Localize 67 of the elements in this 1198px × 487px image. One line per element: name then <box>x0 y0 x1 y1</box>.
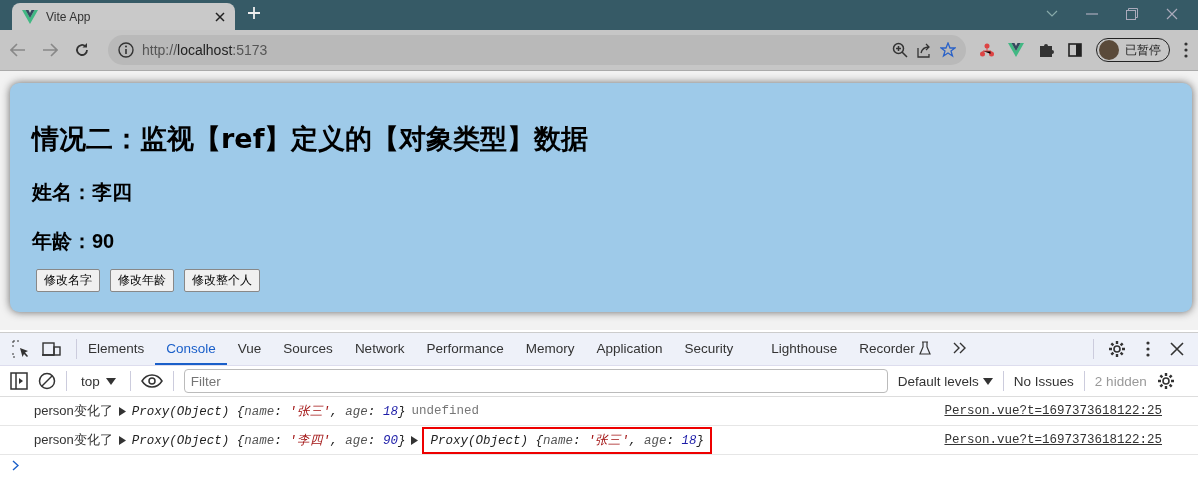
expand-triangle-icon[interactable] <box>411 435 419 445</box>
puzzle-icon[interactable] <box>1038 42 1054 58</box>
devtools-tab[interactable]: Console <box>155 333 227 365</box>
object-preview[interactable]: Proxy(Object) {name: '张三', age: 18} <box>131 402 406 420</box>
devtools-tab[interactable]: Security <box>673 333 745 365</box>
levels-dropdown[interactable]: Default levels <box>897 373 993 389</box>
devtools-tab[interactable]: Application <box>585 333 674 365</box>
vue-logo-icon <box>22 9 38 24</box>
sidebar-icon[interactable] <box>10 372 28 390</box>
log-text: person变化了 <box>34 402 113 420</box>
address-bar[interactable]: http://localhost:5173 <box>108 35 966 65</box>
name-label: 姓名：李四 <box>32 180 132 205</box>
url-text: http://localhost:5173 <box>142 42 269 58</box>
devtools-tab[interactable]: Network <box>343 333 416 365</box>
share-icon[interactable] <box>916 42 932 58</box>
devtools-tab[interactable]: Sources <box>272 333 344 365</box>
source-link[interactable]: Person.vue?t=1697373618122:25 <box>944 433 1162 447</box>
caret-icon <box>982 377 993 385</box>
info-icon <box>118 42 134 58</box>
close-icon[interactable] <box>1170 342 1184 356</box>
close-icon[interactable] <box>215 11 225 22</box>
devtools-tab[interactable]: Recorder <box>848 333 942 365</box>
new-tab-icon[interactable] <box>247 6 261 20</box>
vue-logo-icon[interactable] <box>1008 43 1024 57</box>
avatar <box>1099 40 1119 60</box>
devtools-tab[interactable]: Lighthouse <box>760 333 849 365</box>
log-value: undefined <box>411 404 479 418</box>
side-panel-icon[interactable] <box>1068 43 1082 57</box>
expand-triangle-icon[interactable] <box>118 406 126 416</box>
action-button[interactable]: 修改名字 <box>36 269 100 292</box>
devtools-tab[interactable]: Memory <box>514 333 586 365</box>
star-icon[interactable] <box>940 42 956 58</box>
devtools-tab[interactable]: Elements <box>77 333 156 365</box>
age-label: 年龄：90 <box>32 229 115 254</box>
caret-icon <box>105 377 116 385</box>
browser-tab[interactable]: Vite App <box>12 3 235 30</box>
source-link[interactable]: Person.vue?t=1697373618122:25 <box>944 404 1162 418</box>
flask-icon <box>918 341 931 355</box>
caret-icon[interactable] <box>1046 10 1058 18</box>
restore-icon[interactable] <box>1126 8 1138 20</box>
object-preview[interactable]: Proxy(Object) {name: '张三', age: 18} <box>424 428 711 452</box>
hidden-count: 2 hidden <box>1094 373 1147 389</box>
reload-icon[interactable] <box>74 42 90 58</box>
eye-icon[interactable] <box>140 374 163 388</box>
context-dropdown[interactable]: top <box>77 373 120 389</box>
action-button[interactable]: 修改整个人 <box>184 269 260 292</box>
clear-icon[interactable] <box>38 372 56 390</box>
more-icon[interactable] <box>1146 341 1150 357</box>
tab-title: Vite App <box>46 9 92 24</box>
settings-icon[interactable] <box>1108 340 1126 358</box>
inspect-icon[interactable] <box>12 340 30 358</box>
zoom-icon[interactable] <box>892 42 908 58</box>
action-button[interactable]: 修改年龄 <box>110 269 174 292</box>
more-icon[interactable] <box>1184 42 1188 58</box>
devtools-tab[interactable]: Performance <box>415 333 515 365</box>
filter-field[interactable]: Filter <box>183 369 888 393</box>
devtools-tab[interactable]: Vue <box>226 333 273 365</box>
network-tree-icon[interactable] <box>980 43 994 57</box>
prompt-icon[interactable] <box>12 460 19 471</box>
settings-icon[interactable] <box>1156 372 1175 390</box>
more-tabs-icon[interactable] <box>952 342 967 354</box>
log-text: person变化了 <box>34 431 113 449</box>
page-title: 情况二：监视【ref】定义的【对象类型】数据 <box>32 122 589 156</box>
expand-triangle-icon[interactable] <box>118 435 126 445</box>
device-toolbar-icon[interactable] <box>42 341 62 357</box>
object-preview[interactable]: Proxy(Object) {name: '李四', age: 90} <box>131 431 406 449</box>
issues-label[interactable]: No Issues <box>1013 373 1074 389</box>
